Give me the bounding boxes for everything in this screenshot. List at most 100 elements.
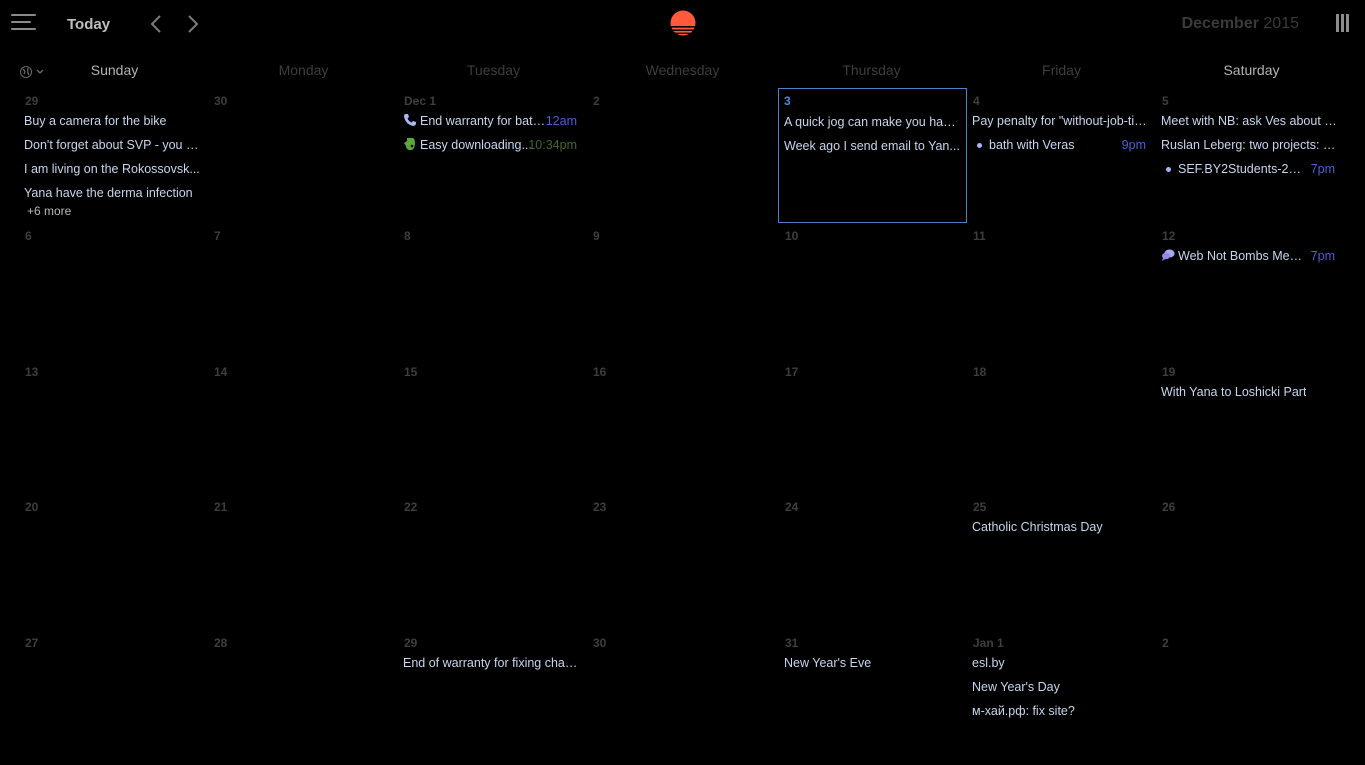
calendar-event[interactable]: End warranty for batte... 12am xyxy=(403,112,581,130)
chat-icon xyxy=(1161,248,1175,262)
day-cell[interactable]: 4 Pay penalty for "without-job-tim... bath… xyxy=(966,88,1155,223)
day-cell[interactable]: 14 xyxy=(207,359,396,494)
calendar-event[interactable]: SEF.BY2Students-2015 7pm xyxy=(1161,160,1339,178)
day-number: 6 xyxy=(25,229,32,243)
day-cell[interactable]: 8 xyxy=(397,223,586,358)
day-cell[interactable]: 28 xyxy=(207,630,396,765)
day-number: 23 xyxy=(593,500,607,514)
hamburger-menu-icon[interactable] xyxy=(11,13,36,32)
day-cell[interactable]: 9 xyxy=(586,223,775,358)
event-dot-icon xyxy=(977,142,982,148)
event-title: With Yana to Loshicki Part xyxy=(1161,385,1307,399)
calendar-event[interactable]: New Year's Eve xyxy=(784,654,962,672)
event-title: esl.by xyxy=(972,656,1005,670)
day-number: 12 xyxy=(1162,229,1176,243)
calendar-event[interactable]: Ruslan Leberg: two projects: s... xyxy=(1161,136,1339,154)
calendar-event[interactable]: Web Not Bombs Meet... 7pm xyxy=(1161,247,1339,265)
calendar-event[interactable]: Meet with NB: ask Ves about ti... xyxy=(1161,112,1339,130)
weekday-saturday: Saturday xyxy=(1223,62,1280,78)
day-cell[interactable]: 29 Buy a camera for the bike Don't forget … xyxy=(18,88,207,223)
day-cell[interactable]: 30 xyxy=(586,630,775,765)
day-cell-today[interactable]: 3 A quick jog can make you happ... Week ag… xyxy=(778,88,967,223)
day-number: 24 xyxy=(785,500,799,514)
day-number: 14 xyxy=(214,365,228,379)
day-cell[interactable]: 27 xyxy=(18,630,207,765)
event-title: I am living on the Rokossovsk... xyxy=(24,162,200,176)
day-number: 20 xyxy=(25,500,39,514)
calendar-event[interactable]: Buy a camera for the bike xyxy=(24,112,202,130)
day-cell[interactable]: Dec 1 End warranty for batte... 12am Easy d… xyxy=(397,88,586,223)
event-title: End of warranty for fixing charg... xyxy=(403,656,581,670)
month-name: December xyxy=(1181,15,1259,32)
day-cell[interactable]: 12 Web Not Bombs Meet... 7pm xyxy=(1155,223,1344,358)
day-number: 19 xyxy=(1162,365,1176,379)
chevron-left-icon[interactable] xyxy=(149,14,163,34)
day-cell[interactable]: 10 xyxy=(778,223,967,358)
calendar-event[interactable]: Catholic Christmas Day xyxy=(972,518,1150,536)
day-number: 13 xyxy=(25,365,39,379)
calendar-event[interactable]: Easy downloading... 10:34pm xyxy=(403,136,581,154)
calendar-event[interactable]: A quick jog can make you happ... xyxy=(784,113,962,131)
day-number: 7 xyxy=(214,229,221,243)
more-events-link[interactable]: +6 more xyxy=(27,204,71,218)
day-cell[interactable]: 19 With Yana to Loshicki Part xyxy=(1155,359,1344,494)
calendar-view-icon[interactable] xyxy=(1336,14,1350,32)
event-time: 7pm xyxy=(1310,249,1335,263)
event-title: Ruslan Leberg: two projects: s... xyxy=(1161,138,1339,152)
day-cell[interactable]: 25 Catholic Christmas Day xyxy=(966,494,1155,629)
day-cell[interactable]: 29 End of warranty for fixing charg... xyxy=(397,630,586,765)
calendar-event[interactable]: New Year's Day xyxy=(972,678,1150,696)
day-cell[interactable]: 31 New Year's Eve xyxy=(778,630,967,765)
day-number: 5 xyxy=(1162,94,1169,108)
day-cell[interactable]: 11 xyxy=(966,223,1155,358)
calendar-event[interactable]: With Yana to Loshicki Part xyxy=(1161,383,1339,401)
sunrise-logo-icon xyxy=(670,10,696,36)
day-cell[interactable]: 5 Meet with NB: ask Ves about ti... Ruslan… xyxy=(1155,88,1344,223)
day-number: 31 xyxy=(785,636,799,650)
calendar-event[interactable]: I am living on the Rokossovsk... xyxy=(24,160,202,178)
day-number: 15 xyxy=(404,365,418,379)
day-cell[interactable]: 15 xyxy=(397,359,586,494)
day-cell[interactable]: 18 xyxy=(966,359,1155,494)
event-title: Web Not Bombs Meet... xyxy=(1178,249,1305,263)
day-cell[interactable]: 2 xyxy=(586,88,775,223)
event-title: A quick jog can make you happ... xyxy=(784,115,962,129)
day-cell[interactable]: 21 xyxy=(207,494,396,629)
day-cell[interactable]: 6 xyxy=(18,223,207,358)
day-number: 25 xyxy=(973,500,987,514)
event-title: Don't forget about SVP - you m... xyxy=(24,138,202,152)
day-cell[interactable]: 24 xyxy=(778,494,967,629)
year-label: 2015 xyxy=(1263,15,1299,32)
calendar-event[interactable]: Pay penalty for "without-job-tim... xyxy=(972,112,1150,130)
day-number: 27 xyxy=(25,636,39,650)
day-cell[interactable]: 13 xyxy=(18,359,207,494)
calendar-event[interactable]: Week ago I send email to Yan... xyxy=(784,137,962,155)
calendar-event[interactable]: End of warranty for fixing charg... xyxy=(403,654,581,672)
calendar-event[interactable]: esl.by xyxy=(972,654,1150,672)
day-number: 30 xyxy=(593,636,607,650)
day-number: 28 xyxy=(214,636,228,650)
day-cell[interactable]: 17 xyxy=(778,359,967,494)
today-button[interactable]: Today xyxy=(67,16,110,33)
chevron-right-icon[interactable] xyxy=(186,14,200,34)
day-cell[interactable]: 30 xyxy=(207,88,396,223)
event-title: Catholic Christmas Day xyxy=(972,520,1103,534)
month-title: December 2015 xyxy=(1182,15,1299,33)
event-time: 9pm xyxy=(1121,138,1146,152)
calendar-event[interactable]: Don't forget about SVP - you m... xyxy=(24,136,202,154)
calendar-event[interactable]: м-хай.рф: fix site? xyxy=(972,702,1150,720)
weekday-wednesday: Wednesday xyxy=(645,62,720,78)
day-cell[interactable]: 23 xyxy=(586,494,775,629)
day-cell[interactable]: 2 xyxy=(1155,630,1344,765)
calendar-event[interactable]: Yana have the derma infection xyxy=(24,184,202,202)
day-cell[interactable]: 7 xyxy=(207,223,396,358)
calendar-event[interactable]: bath with Veras 9pm xyxy=(972,136,1150,154)
day-cell[interactable]: Jan 1 esl.by New Year's Day м-хай.рф: fix s… xyxy=(966,630,1155,765)
day-number: 8 xyxy=(404,229,411,243)
day-cell[interactable]: 20 xyxy=(18,494,207,629)
day-cell[interactable]: 26 xyxy=(1155,494,1344,629)
day-number: 18 xyxy=(973,365,987,379)
event-title: Week ago I send email to Yan... xyxy=(784,139,960,153)
day-cell[interactable]: 16 xyxy=(586,359,775,494)
day-cell[interactable]: 22 xyxy=(397,494,586,629)
